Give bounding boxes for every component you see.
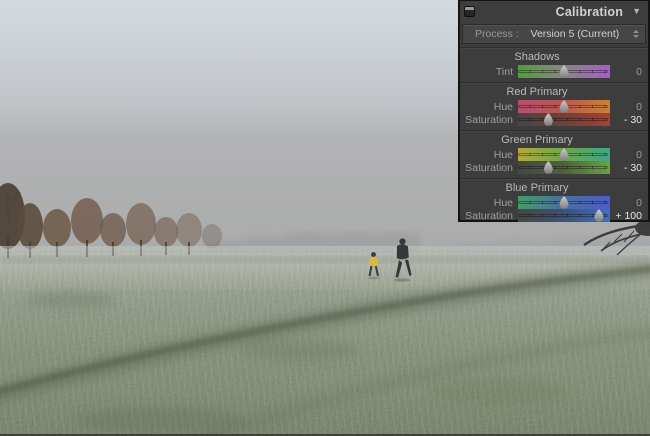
process-row[interactable]: Process : Version 5 (Current): [462, 24, 646, 44]
panel-title[interactable]: Calibration: [556, 5, 623, 19]
section-title: Blue Primary: [463, 182, 611, 194]
section-title: Green Primary: [463, 134, 611, 146]
slider-thumb[interactable]: [543, 161, 554, 174]
section-rows: Tint 0: [463, 65, 645, 78]
calibration-panel: Calibration ▼ Process : Version 5 (Curre…: [458, 0, 650, 222]
slider-label: Saturation: [463, 114, 518, 126]
panel-header: Calibration ▼: [460, 1, 648, 22]
slider-thumb[interactable]: [559, 100, 570, 113]
process-label: Process :: [475, 28, 519, 40]
slider-track[interactable]: [518, 209, 610, 222]
slider-label: Tint: [463, 66, 518, 78]
slider-track[interactable]: [518, 161, 610, 174]
process-value[interactable]: Version 5 (Current): [519, 28, 631, 40]
slider-track[interactable]: [518, 196, 610, 209]
slider-value[interactable]: 0: [610, 149, 645, 161]
slider-track[interactable]: [518, 100, 610, 113]
slider-thumb[interactable]: [559, 65, 570, 78]
slider-row: Hue 0: [463, 196, 645, 209]
section-title: Red Primary: [463, 86, 611, 98]
section-title: Shadows: [463, 51, 611, 63]
slider-value[interactable]: - 30: [610, 114, 645, 126]
slider-value[interactable]: 0: [610, 66, 645, 78]
slider-label: Saturation: [463, 210, 518, 222]
slider-thumb[interactable]: [543, 113, 554, 126]
calibration-section: Red Primary Hue 0 Saturation - 30: [460, 82, 648, 130]
slider-row: Saturation + 100: [463, 209, 645, 222]
slider-tick-marks: [518, 166, 608, 169]
calibration-section: Green Primary Hue 0 Saturation - 30: [460, 130, 648, 178]
slider-label: Saturation: [463, 162, 518, 174]
slider-track[interactable]: [518, 148, 610, 161]
slider-row: Saturation - 30: [463, 113, 645, 126]
slider-value[interactable]: + 100: [610, 210, 645, 222]
slider-label: Hue: [463, 149, 518, 161]
slider-value[interactable]: 0: [610, 101, 645, 113]
slider-label: Hue: [463, 197, 518, 209]
calibration-section: Blue Primary Hue 0 Saturation + 100: [460, 178, 648, 226]
slider-tick-marks: [518, 118, 608, 121]
calibration-section: Shadows Tint 0: [460, 47, 648, 82]
slider-row: Tint 0: [463, 65, 645, 78]
slider-value[interactable]: 0: [610, 197, 645, 209]
collapse-triangle-icon[interactable]: ▼: [632, 7, 641, 16]
slider-row: Saturation - 30: [463, 161, 645, 174]
slider-thumb[interactable]: [559, 196, 570, 209]
slider-track[interactable]: [518, 113, 610, 126]
slider-track[interactable]: [518, 65, 610, 78]
panel-toggle-icon[interactable]: [464, 6, 475, 17]
screenshot-root: Calibration ▼ Process : Version 5 (Curre…: [0, 0, 650, 436]
section-rows: Hue 0 Saturation - 30: [463, 148, 645, 174]
section-rows: Hue 0 Saturation - 30: [463, 100, 645, 126]
slider-thumb[interactable]: [593, 209, 604, 222]
slider-row: Hue 0: [463, 100, 645, 113]
calibration-sections: Shadows Tint 0 Red Primary Hue 0 Saturat…: [460, 47, 648, 226]
popup-menu-icon[interactable]: [631, 30, 641, 38]
section-rows: Hue 0 Saturation + 100: [463, 196, 645, 222]
slider-row: Hue 0: [463, 148, 645, 161]
slider-value[interactable]: - 30: [610, 162, 645, 174]
slider-thumb[interactable]: [559, 148, 570, 161]
slider-label: Hue: [463, 101, 518, 113]
